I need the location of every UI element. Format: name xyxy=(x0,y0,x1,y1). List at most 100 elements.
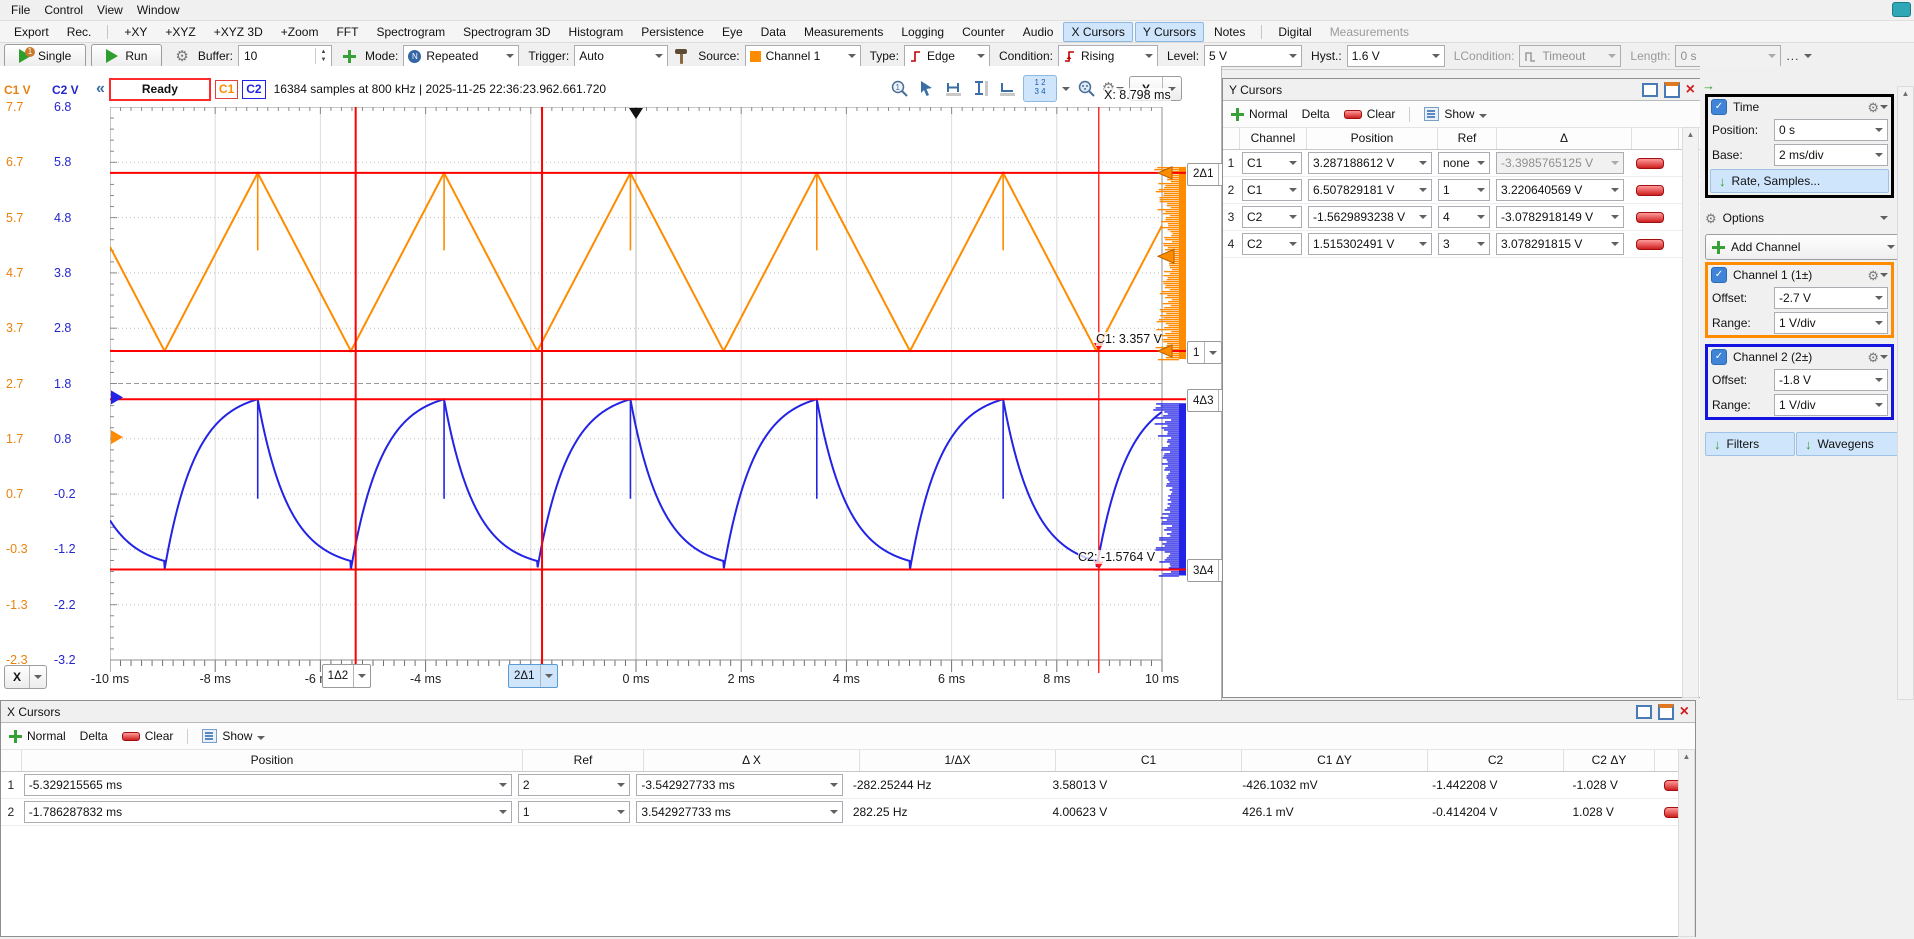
tab-spectrogram[interactable]: Spectrogram xyxy=(368,22,453,42)
tab--xy[interactable]: +XY xyxy=(116,22,155,42)
channel1-offset-select[interactable]: -2.7 V xyxy=(1774,287,1888,309)
x-axis-button[interactable]: X xyxy=(4,665,47,689)
tab-logging[interactable]: Logging xyxy=(893,22,952,42)
hyst-select[interactable]: 1.6 V xyxy=(1347,45,1445,67)
y-marker-chevron[interactable] xyxy=(1204,342,1221,363)
position-select[interactable]: 3.287188612 V xyxy=(1308,152,1432,174)
add-channel-chevron[interactable] xyxy=(1887,245,1895,249)
buffer-gear-icon[interactable]: ⚙ xyxy=(175,49,188,64)
channel-select[interactable]: C2 xyxy=(1242,206,1302,228)
ref-select[interactable]: 4 xyxy=(1438,206,1490,228)
position-select[interactable]: 1.515302491 V xyxy=(1308,233,1432,255)
more-options[interactable]: ... xyxy=(1786,49,1799,63)
x-table-scrollbar[interactable]: ▲ xyxy=(1678,749,1695,937)
tab-export[interactable]: Export xyxy=(6,22,57,42)
corner-measure-icon[interactable] xyxy=(996,78,1018,99)
horizontal-measure-icon[interactable] xyxy=(942,78,964,99)
channel1-tab[interactable]: C1 xyxy=(215,80,238,99)
condition-select[interactable]: Rising xyxy=(1058,45,1158,67)
channel-select[interactable]: C1 xyxy=(1242,179,1302,201)
hammer-icon[interactable] xyxy=(673,47,689,65)
tab-eye[interactable]: Eye xyxy=(714,22,751,42)
channel2-tab[interactable]: C2 xyxy=(242,80,265,99)
delta-select[interactable]: -3.0782918149 V xyxy=(1496,206,1624,228)
channel2-range-select[interactable]: 1 V/div xyxy=(1774,394,1888,416)
remove-cursor-button[interactable] xyxy=(1636,239,1664,250)
tab--zoom[interactable]: +Zoom xyxy=(273,22,327,42)
quad-view-toggle[interactable]: 1 23 4 xyxy=(1023,75,1057,102)
app-window-icon[interactable] xyxy=(1892,2,1911,17)
options-row[interactable]: ⚙ Options xyxy=(1705,206,1888,230)
x-add-delta-button[interactable]: Delta xyxy=(80,729,108,743)
length-select[interactable]: 0 s xyxy=(1675,45,1781,67)
type-select[interactable]: Edge xyxy=(904,45,990,67)
menu-control[interactable]: Control xyxy=(41,1,94,19)
tab-audio[interactable]: Audio xyxy=(1015,22,1062,42)
time-checkbox[interactable]: ✓ xyxy=(1711,99,1727,115)
tab-digital[interactable]: Digital xyxy=(1270,22,1319,42)
zoom-one-icon[interactable]: 1 xyxy=(888,78,910,99)
x-clear-button[interactable]: Clear xyxy=(122,729,174,743)
delta-x-select[interactable]: -3.542927733 ms xyxy=(636,774,842,796)
pointer-tool-icon[interactable] xyxy=(915,78,937,99)
expand-arrow-icon[interactable]: → xyxy=(1702,78,1715,93)
lcondition-select[interactable]: Timeout xyxy=(1519,45,1621,67)
tab-x-cursors[interactable]: X Cursors xyxy=(1063,22,1132,42)
tab-counter[interactable]: Counter xyxy=(954,22,1013,42)
trigger-select[interactable]: Auto xyxy=(574,45,668,67)
position-select[interactable]: -1.5629893238 V xyxy=(1308,206,1432,228)
channel1-gear-icon[interactable]: ⚙ xyxy=(1867,269,1888,282)
channel-select[interactable]: C1 xyxy=(1242,152,1302,174)
x-marker-1Δ2[interactable]: 1Δ2 xyxy=(322,664,371,688)
y-marker-1[interactable]: 1 xyxy=(1187,341,1222,364)
single-button[interactable]: 1 Single xyxy=(4,44,86,68)
ref-select[interactable]: 1 xyxy=(518,801,631,823)
position-select[interactable]: 6.507829181 V xyxy=(1308,179,1432,201)
tab-rec-[interactable]: Rec. xyxy=(59,22,100,42)
close-icon[interactable]: × xyxy=(1680,705,1689,719)
restore-icon[interactable] xyxy=(1642,83,1658,97)
vertical-measure-icon[interactable] xyxy=(969,78,991,99)
zoom-fit-icon[interactable] xyxy=(1075,78,1097,99)
rate-samples-button[interactable]: ↓ Rate, Samples... xyxy=(1710,169,1889,193)
menu-file[interactable]: File xyxy=(8,1,41,19)
ref-select[interactable]: none xyxy=(1438,152,1490,174)
close-icon[interactable]: × xyxy=(1686,83,1695,97)
tab-measurements[interactable]: Measurements xyxy=(796,22,891,42)
ref-select[interactable]: 3 xyxy=(1438,233,1490,255)
tab-notes[interactable]: Notes xyxy=(1206,22,1253,42)
x-add-normal-button[interactable]: Normal xyxy=(9,729,66,743)
time-base-select[interactable]: 2 ms/div xyxy=(1774,144,1888,166)
tab--xyz[interactable]: +XYZ xyxy=(157,22,203,42)
maximize-icon[interactable] xyxy=(1658,704,1674,720)
y-add-normal-button[interactable]: Normal xyxy=(1231,107,1288,121)
tab-fft[interactable]: FFT xyxy=(328,22,366,42)
tab-y-cursors[interactable]: Y Cursors xyxy=(1135,22,1204,42)
scope-plot[interactable] xyxy=(110,107,1188,674)
channel2-gear-icon[interactable]: ⚙ xyxy=(1867,351,1888,364)
remove-cursor-button[interactable] xyxy=(1636,212,1664,223)
tab--xyz-3d[interactable]: +XYZ 3D xyxy=(206,22,271,42)
add-channel-button[interactable]: Add Channel xyxy=(1705,234,1902,260)
x-show-button[interactable]: Show xyxy=(202,729,265,743)
delta-select[interactable]: 3.078291815 V xyxy=(1496,233,1624,255)
y-clear-button[interactable]: Clear xyxy=(1344,107,1396,121)
more-options-chevron[interactable] xyxy=(1804,54,1812,58)
channel1-checkbox[interactable]: ✓ xyxy=(1711,267,1727,283)
delta-x-select[interactable]: 3.542927733 ms xyxy=(636,801,842,823)
remove-cursor-button[interactable] xyxy=(1636,185,1664,196)
x-axis-chevron[interactable] xyxy=(29,666,46,688)
collapse-chevrons-icon[interactable]: « xyxy=(96,80,105,98)
channel2-checkbox[interactable]: ✓ xyxy=(1711,349,1727,365)
mode-select[interactable]: N Repeated xyxy=(403,45,519,67)
tab-histogram[interactable]: Histogram xyxy=(561,22,632,42)
wavegens-button[interactable]: ↓ Wavegens xyxy=(1796,432,1906,456)
maximize-icon[interactable] xyxy=(1664,82,1680,98)
tab-spectrogram-3d[interactable]: Spectrogram 3D xyxy=(455,22,558,42)
channel1-range-select[interactable]: 1 V/div xyxy=(1774,312,1888,334)
y-show-button[interactable]: Show xyxy=(1424,107,1487,121)
ref-select[interactable]: 2 xyxy=(518,774,631,796)
sidebar-scrollbar[interactable]: ▲ xyxy=(1897,86,1914,700)
x-marker-chevron[interactable] xyxy=(540,665,557,687)
delta-select[interactable]: -3.3985765125 V xyxy=(1496,152,1624,174)
